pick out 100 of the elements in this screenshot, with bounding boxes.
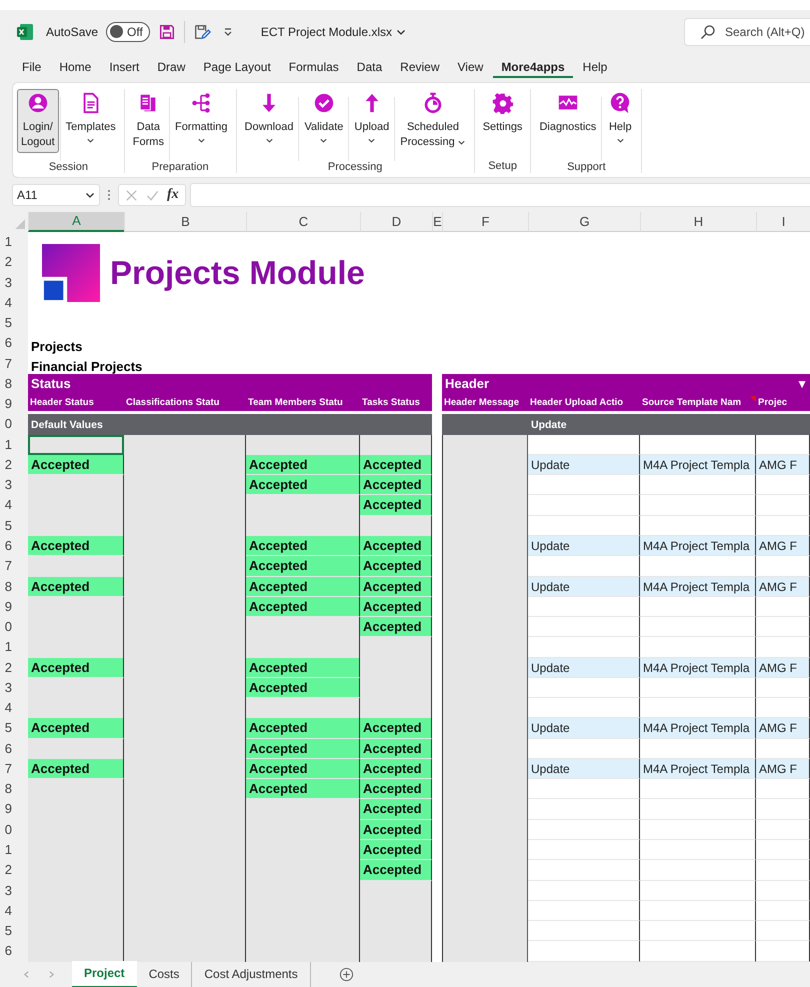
row-number[interactable]: 9 [0,394,28,414]
grid-cell[interactable] [640,880,756,901]
grid-cell[interactable] [756,617,810,638]
grid-cell[interactable] [640,617,756,638]
grid-cell[interactable] [124,434,246,455]
menu-tab[interactable]: Help [574,56,616,78]
table-cell[interactable]: M4A Project Templa [640,576,756,597]
row-number[interactable]: 1 [0,840,28,860]
grid-cell[interactable] [756,556,810,577]
grid-cell[interactable] [640,556,756,577]
status-cell[interactable]: Accepted [28,658,124,678]
grid-cell[interactable] [528,941,640,962]
row-number[interactable]: 6 [0,536,28,556]
active-cell[interactable] [28,434,124,455]
ribbon-button[interactable]: Scheduled Processing [396,89,470,153]
ribbon-button[interactable]: Validate [300,89,348,147]
grid-cell[interactable] [756,637,810,658]
customize-caret-icon[interactable] [222,26,233,36]
grid-cell[interactable] [246,799,360,820]
sheet-tab[interactable]: Costs [136,962,192,987]
grid-cell[interactable] [756,941,810,962]
status-cell[interactable]: Accepted [360,454,432,476]
menu-tab[interactable]: Insert [101,56,148,78]
row-number[interactable]: 2 [0,860,28,880]
sheet-tab[interactable]: Project [72,960,137,987]
table-cell[interactable]: AMG F [756,718,810,739]
status-cell[interactable]: Accepted [28,454,124,476]
ribbon-button[interactable]: Data Forms [128,89,168,153]
grid-cell[interactable] [756,779,810,800]
grid-cell[interactable] [756,678,810,698]
grid-cell[interactable] [640,860,756,880]
row-number[interactable]: 4 [0,495,28,516]
row-number[interactable]: 2 [0,658,28,678]
grid-cell[interactable] [640,495,756,516]
status-cell[interactable]: Accepted [360,779,432,800]
row-number[interactable]: 5 [0,718,28,739]
grid-cell[interactable] [528,900,640,922]
grid-cell[interactable] [528,799,640,820]
table-cell[interactable]: M4A Project Templa [640,718,756,739]
ribbon-button[interactable]: Diagnostics [535,89,600,138]
table-cell[interactable]: Update [528,454,640,476]
grid-cell[interactable] [28,556,124,577]
menu-tab[interactable]: Formulas [280,56,347,78]
menu-tab[interactable]: View [450,56,492,78]
status-cell[interactable]: Accepted [360,738,432,759]
grid-cell[interactable] [528,596,640,618]
status-cell[interactable]: Accepted [360,475,432,496]
grid-cell[interactable] [640,516,756,536]
row-number[interactable]: 5 [0,921,28,942]
status-cell[interactable]: Accepted [360,495,432,516]
grid-cell[interactable] [640,921,756,942]
grid-cell[interactable] [640,820,756,840]
row-number[interactable]: 1 [0,232,28,252]
grid-cell[interactable] [528,617,640,638]
status-cell[interactable]: Accepted [28,758,124,780]
status-cell[interactable]: Accepted [360,617,432,638]
grid-cell[interactable] [756,434,810,455]
check-icon[interactable] [146,188,159,202]
status-cell[interactable]: Accepted [360,799,432,820]
row-number[interactable]: 0 [0,414,28,435]
autosave-toggle[interactable]: Off [106,22,150,42]
status-cell[interactable]: Accepted [28,718,124,739]
grid-cell[interactable] [28,516,124,536]
row-number[interactable]: 3 [0,880,28,901]
status-cell[interactable]: Accepted [246,658,360,678]
table-cell[interactable]: M4A Project Templa [640,658,756,678]
status-cell[interactable]: Accepted [360,718,432,739]
row-number[interactable]: 9 [0,596,28,618]
ribbon-button[interactable]: Settings [478,89,526,138]
grid-cell[interactable] [528,637,640,658]
grid-cell[interactable] [28,738,124,759]
status-cell[interactable]: Accepted [360,840,432,860]
grid-cell[interactable] [28,475,124,496]
table-cell[interactable]: Update [528,576,640,597]
table-cell[interactable]: Update [528,758,640,780]
grid-cell[interactable] [756,880,810,901]
grid-cell[interactable] [528,556,640,577]
grid-cell[interactable] [640,475,756,496]
row-number[interactable]: 6 [0,333,28,354]
table-cell[interactable]: Update [528,718,640,739]
grid-cell[interactable] [756,900,810,922]
status-cell[interactable]: Accepted [246,779,360,800]
ribbon-button[interactable]: Download [240,89,298,147]
grid-cell[interactable] [28,698,124,718]
grid-cell[interactable] [28,596,124,618]
status-cell[interactable]: Accepted [246,738,360,759]
grid-cell[interactable] [756,799,810,820]
cancel-icon[interactable] [125,188,138,202]
status-cell[interactable]: Accepted [28,576,124,597]
ribbon-button[interactable]: Templates [62,89,120,147]
table-cell[interactable]: M4A Project Templa [640,454,756,476]
grid-cell[interactable] [756,921,810,942]
grid-cell[interactable] [246,434,360,455]
row-number[interactable]: 5 [0,516,28,536]
ribbon-button[interactable]: Upload [350,89,394,147]
row-number[interactable]: 8 [0,576,28,597]
menu-tab[interactable]: Data [348,56,390,78]
row-number[interactable]: 4 [0,900,28,922]
grid-cell[interactable] [246,637,360,658]
name-box[interactable]: A11 [12,184,100,206]
